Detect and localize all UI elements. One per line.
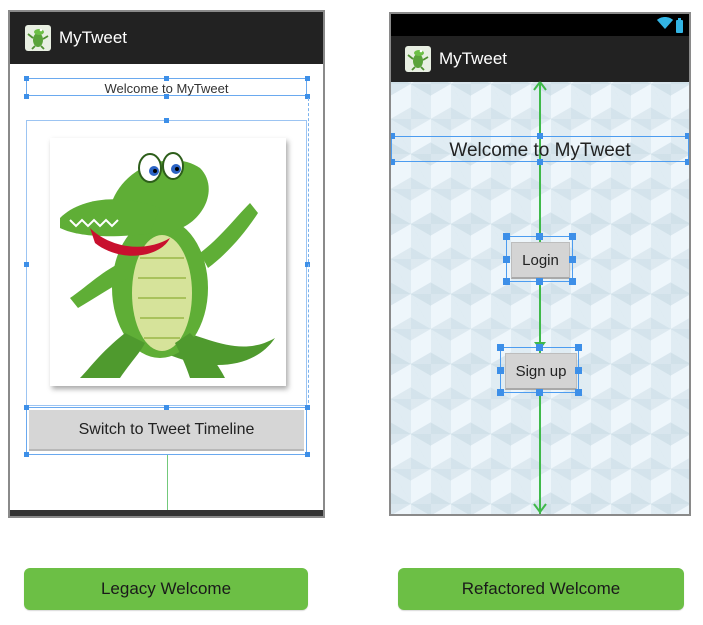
selection-handle[interactable]	[497, 344, 504, 351]
selection-handle[interactable]	[569, 256, 576, 263]
refactored-phone-preview: MyTweet Welcome to MyTweet Login Sign up	[389, 12, 691, 516]
login-button[interactable]: Login	[511, 242, 570, 279]
welcome-text: Welcome to MyTweet	[104, 81, 229, 96]
layout-guide	[167, 455, 168, 513]
selection-handle[interactable]	[305, 405, 310, 410]
refactored-welcome-caption: Refactored Welcome	[398, 568, 684, 610]
selection-handle[interactable]	[536, 278, 543, 285]
wifi-icon	[657, 17, 673, 35]
selection-handle[interactable]	[569, 233, 576, 240]
crocodile-image	[50, 138, 286, 386]
status-bar	[391, 14, 689, 36]
app-title: MyTweet	[439, 49, 508, 68]
welcome-text: Welcome to MyTweet	[449, 140, 631, 161]
battery-icon	[676, 17, 683, 33]
crocodile-icon	[25, 25, 51, 51]
selection-handle[interactable]	[537, 133, 543, 139]
selection-handle[interactable]	[575, 389, 582, 396]
selection-handle[interactable]	[685, 133, 689, 139]
selection-handle[interactable]	[503, 256, 510, 263]
selection-handle[interactable]	[536, 389, 543, 396]
selection-handle[interactable]	[164, 118, 169, 123]
layout-guide	[308, 98, 309, 408]
selection-handle[interactable]	[503, 233, 510, 240]
selection-handle[interactable]	[575, 367, 582, 374]
selection-handle[interactable]	[569, 278, 576, 285]
legacy-welcome-caption: Legacy Welcome	[24, 568, 308, 610]
signup-button[interactable]: Sign up	[505, 353, 577, 390]
selection-handle[interactable]	[497, 367, 504, 374]
crocodile-icon	[405, 46, 431, 72]
selection-handle[interactable]	[305, 452, 310, 457]
selection-handle[interactable]	[575, 344, 582, 351]
legacy-action-bar: MyTweet	[10, 12, 323, 64]
selection-handle[interactable]	[24, 262, 29, 267]
app-title: MyTweet	[59, 28, 128, 47]
selection-handle[interactable]	[536, 344, 543, 351]
selection-handle[interactable]	[391, 133, 395, 139]
switch-to-timeline-button[interactable]: Switch to Tweet Timeline	[29, 410, 304, 451]
selection-handle[interactable]	[503, 278, 510, 285]
refactored-action-bar: MyTweet	[391, 36, 689, 82]
arrow-down-icon	[533, 503, 547, 513]
arrow-up-icon	[533, 81, 547, 91]
crocodile-illustration	[60, 152, 275, 378]
navigation-bar-edge	[10, 510, 323, 516]
selection-handle[interactable]	[497, 389, 504, 396]
selection-handle[interactable]	[24, 452, 29, 457]
legacy-phone-preview: MyTweet Welcome to MyTweet Switch to Twe…	[8, 10, 325, 518]
selection-handle[interactable]	[536, 233, 543, 240]
